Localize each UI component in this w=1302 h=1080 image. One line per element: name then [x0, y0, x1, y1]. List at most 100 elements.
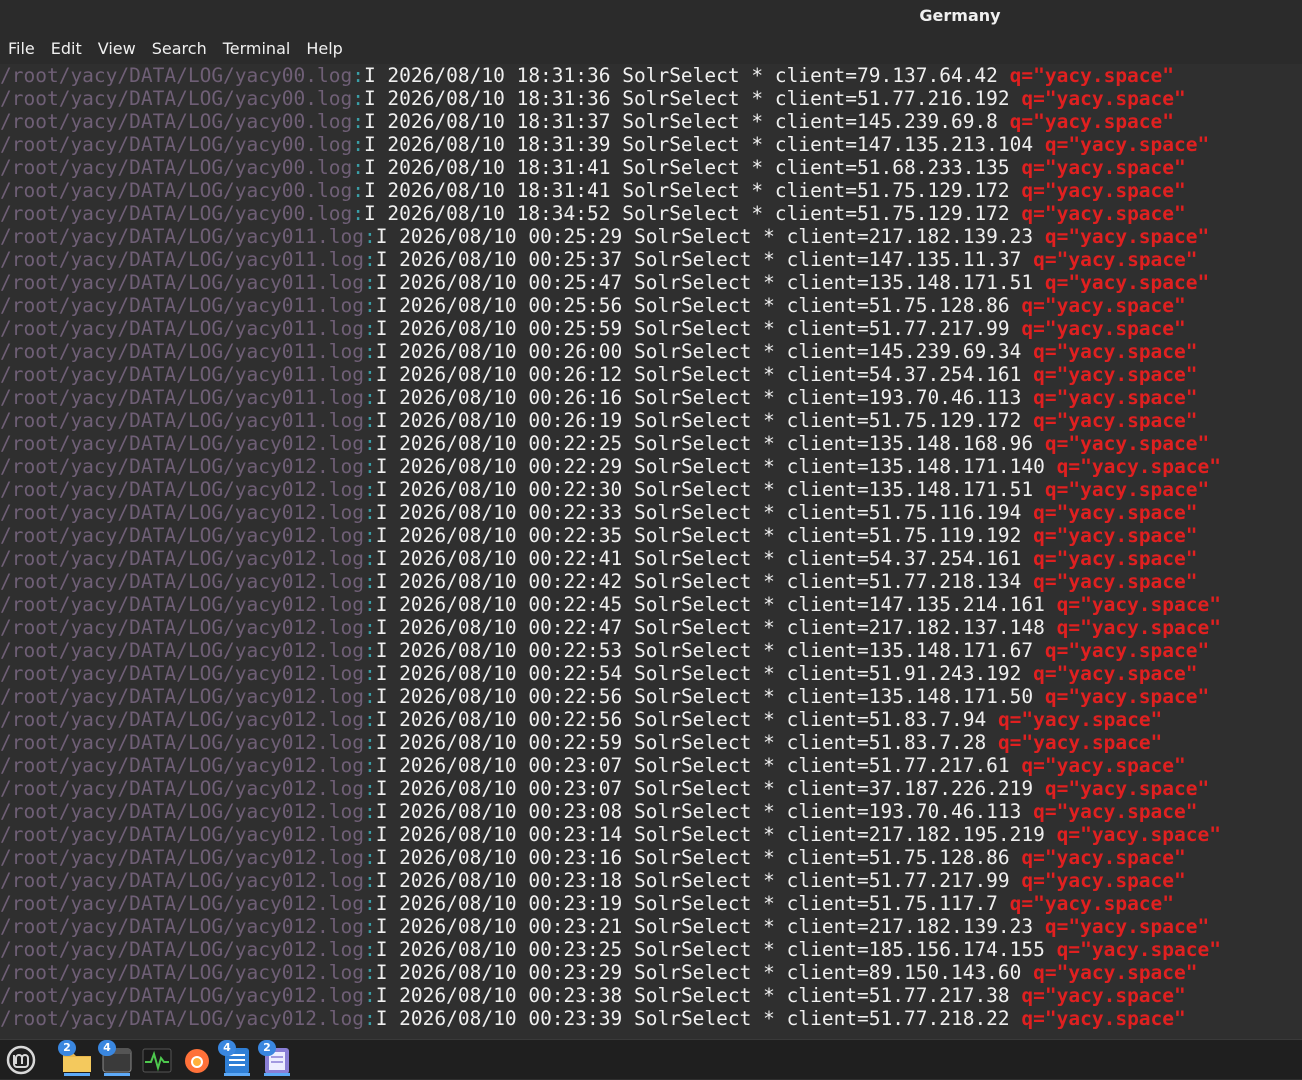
log-file-path: /root/yacy/DATA/LOG/yacy00.log [0, 179, 353, 202]
active-indicator [264, 1073, 290, 1076]
terminal-line: /root/yacy/DATA/LOG/yacy011.log:I 2026/0… [0, 248, 1198, 271]
menu-file[interactable]: File [8, 39, 35, 58]
log-entry-text: I 2026/08/10 18:31:41 SolrSelect * clien… [363, 179, 1022, 202]
path-separator: : [363, 662, 376, 685]
query-match: q="yacy.space" [1044, 225, 1210, 248]
path-separator: : [363, 455, 376, 478]
menu-help[interactable]: Help [306, 39, 342, 58]
terminal-line: /root/yacy/DATA/LOG/yacy00.log:I 2026/08… [0, 64, 1174, 87]
log-file-path: /root/yacy/DATA/LOG/yacy011.log [0, 363, 364, 386]
window-title: Germany [919, 6, 1001, 25]
log-entry-text: I 2026/08/10 00:26:19 SolrSelect * clien… [375, 409, 1034, 432]
notes-button[interactable]: 2 [258, 1040, 294, 1076]
path-separator: : [363, 363, 376, 386]
log-entry-text: I 2026/08/10 00:23:21 SolrSelect * clien… [375, 915, 1045, 938]
query-match: q="yacy.space" [1044, 915, 1210, 938]
text-editor-button[interactable]: 4 [218, 1040, 254, 1076]
query-match: q="yacy.space" [1021, 179, 1186, 202]
log-entry-text: I 2026/08/10 00:26:12 SolrSelect * clien… [375, 363, 1034, 386]
log-file-path: /root/yacy/DATA/LOG/yacy012.log [0, 984, 364, 1007]
path-separator: : [363, 317, 376, 340]
query-match: q="yacy.space" [1033, 340, 1198, 363]
path-separator: : [363, 846, 376, 869]
terminal-line: /root/yacy/DATA/LOG/yacy012.log:I 2026/0… [0, 846, 1186, 869]
query-match: q="yacy.space" [1056, 455, 1221, 478]
path-separator: : [363, 501, 376, 524]
log-entry-text: I 2026/08/10 00:23:39 SolrSelect * clien… [375, 1007, 1022, 1030]
log-file-path: /root/yacy/DATA/LOG/yacy012.log [0, 616, 364, 639]
path-separator: : [363, 639, 376, 662]
log-file-path: /root/yacy/DATA/LOG/yacy012.log [0, 455, 364, 478]
log-entry-text: I 2026/08/10 18:34:52 SolrSelect * clien… [363, 202, 1022, 225]
log-entry-text: I 2026/08/10 18:31:36 SolrSelect * clien… [363, 87, 1022, 110]
terminal-line: /root/yacy/DATA/LOG/yacy011.log:I 2026/0… [0, 386, 1198, 409]
path-separator: : [363, 961, 376, 984]
files-button[interactable]: 2 [58, 1040, 94, 1076]
log-file-path: /root/yacy/DATA/LOG/yacy012.log [0, 501, 364, 524]
terminal-line: /root/yacy/DATA/LOG/yacy011.log:I 2026/0… [0, 363, 1198, 386]
path-separator: : [363, 294, 376, 317]
path-separator: : [352, 179, 364, 202]
log-entry-text: I 2026/08/10 00:22:30 SolrSelect * clien… [375, 478, 1045, 501]
terminal-line: /root/yacy/DATA/LOG/yacy012.log:I 2026/0… [0, 869, 1186, 892]
terminal-line: /root/yacy/DATA/LOG/yacy011.log:I 2026/0… [0, 225, 1209, 248]
terminal-line: /root/yacy/DATA/LOG/yacy012.log:I 2026/0… [0, 938, 1221, 961]
terminal-line: /root/yacy/DATA/LOG/yacy011.log:I 2026/0… [0, 340, 1198, 363]
query-match: q="yacy.space" [1033, 363, 1198, 386]
terminal-line: /root/yacy/DATA/LOG/yacy012.log:I 2026/0… [0, 777, 1209, 800]
log-file-path: /root/yacy/DATA/LOG/yacy012.log [0, 639, 364, 662]
log-file-path: /root/yacy/DATA/LOG/yacy012.log [0, 754, 364, 777]
terminal-line: /root/yacy/DATA/LOG/yacy00.log:I 2026/08… [0, 133, 1209, 156]
mint-menu-icon [6, 1045, 36, 1075]
log-file-path: /root/yacy/DATA/LOG/yacy00.log [0, 202, 353, 225]
query-match: q="yacy.space" [1044, 639, 1210, 662]
log-entry-text: I 2026/08/10 18:31:36 SolrSelect * clien… [363, 64, 1010, 87]
log-file-path: /root/yacy/DATA/LOG/yacy011.log [0, 271, 364, 294]
menu-search[interactable]: Search [152, 39, 207, 58]
log-entry-text: I 2026/08/10 00:25:47 SolrSelect * clien… [375, 271, 1045, 294]
terminal-line: /root/yacy/DATA/LOG/yacy012.log:I 2026/0… [0, 639, 1209, 662]
menu-view[interactable]: View [98, 39, 136, 58]
terminal-line: /root/yacy/DATA/LOG/yacy012.log:I 2026/0… [0, 455, 1221, 478]
terminal-line: /root/yacy/DATA/LOG/yacy012.log:I 2026/0… [0, 800, 1198, 823]
log-file-path: /root/yacy/DATA/LOG/yacy00.log [0, 133, 353, 156]
terminal-line: /root/yacy/DATA/LOG/yacy012.log:I 2026/0… [0, 662, 1198, 685]
path-separator: : [363, 984, 376, 1007]
taskbar: 2 4 4 2 [0, 1039, 1302, 1079]
menu-terminal[interactable]: Terminal [223, 39, 291, 58]
menu-edit[interactable]: Edit [51, 39, 82, 58]
path-separator: : [352, 202, 364, 225]
path-separator: : [363, 593, 376, 616]
log-entry-text: I 2026/08/10 00:25:37 SolrSelect * clien… [375, 248, 1034, 271]
files-badge: 2 [58, 1040, 76, 1056]
query-match: q="yacy.space" [1021, 156, 1186, 179]
path-separator: : [352, 156, 364, 179]
path-separator: : [363, 915, 376, 938]
log-entry-text: I 2026/08/10 00:22:56 SolrSelect * clien… [375, 708, 998, 731]
terminal-button[interactable]: 4 [98, 1040, 134, 1076]
mint-menu-button[interactable] [4, 1044, 38, 1076]
query-match: q="yacy.space" [1021, 984, 1186, 1007]
terminal-badge: 4 [98, 1040, 116, 1056]
query-match: q="yacy.space" [1044, 133, 1210, 156]
window-titlebar[interactable]: Germany [0, 0, 1302, 33]
log-entry-text: I 2026/08/10 00:26:00 SolrSelect * clien… [375, 340, 1034, 363]
query-match: q="yacy.space" [1033, 501, 1198, 524]
query-match: q="yacy.space" [1044, 777, 1210, 800]
query-match: q="yacy.space" [1033, 524, 1198, 547]
log-file-path: /root/yacy/DATA/LOG/yacy012.log [0, 685, 364, 708]
log-file-path: /root/yacy/DATA/LOG/yacy011.log [0, 340, 364, 363]
log-entry-text: I 2026/08/10 00:22:41 SolrSelect * clien… [375, 547, 1034, 570]
query-match: q="yacy.space" [1021, 87, 1186, 110]
system-monitor-button[interactable] [140, 1044, 174, 1076]
log-entry-text: I 2026/08/10 18:31:37 SolrSelect * clien… [363, 110, 1010, 133]
text-editor-badge: 4 [218, 1040, 236, 1056]
firefox-button[interactable] [180, 1044, 214, 1076]
terminal-output[interactable]: /root/yacy/DATA/LOG/yacy00.log:I 2026/08… [0, 64, 1302, 1039]
query-match: q="yacy.space" [1021, 754, 1186, 777]
terminal-line: /root/yacy/DATA/LOG/yacy00.log:I 2026/08… [0, 110, 1174, 133]
log-entry-text: I 2026/08/10 00:23:07 SolrSelect * clien… [375, 754, 1022, 777]
query-match: q="yacy.space" [1044, 432, 1210, 455]
query-match: q="yacy.space" [1009, 110, 1175, 133]
query-match: q="yacy.space" [1021, 869, 1186, 892]
